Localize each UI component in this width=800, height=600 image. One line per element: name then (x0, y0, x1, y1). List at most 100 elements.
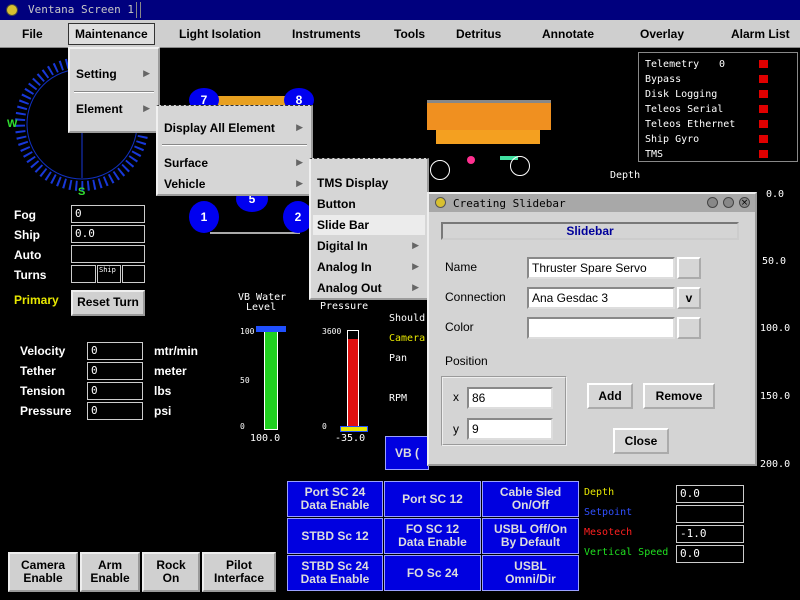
tension-label: Tension (20, 384, 66, 398)
chevron-right-icon: ▶ (412, 283, 419, 293)
pressure-field[interactable]: 0 (87, 402, 143, 420)
menu-item-tms-display[interactable]: TMS Display (317, 176, 388, 190)
menu-tools[interactable]: Tools (394, 27, 425, 41)
menu-item-display-all-element[interactable]: Display All Element (164, 121, 275, 135)
cable-sled-button[interactable]: Cable Sled On/Off (482, 481, 579, 517)
window-title: Ventana Screen 1 (28, 3, 134, 16)
turns-ship-indicator: Ship (97, 265, 121, 283)
auto-field[interactable] (71, 245, 145, 263)
thruster-1[interactable]: 1 (189, 201, 219, 233)
camera-enable-button[interactable]: Camera Enable (8, 552, 78, 592)
status-tms: TMS (645, 149, 664, 160)
vb-water-fill (265, 331, 277, 429)
rock-on-button[interactable]: Rock On (142, 552, 200, 592)
y-label: y (453, 422, 459, 436)
connection-dropdown-button[interactable]: v (677, 287, 701, 309)
connection-label: Connection (445, 290, 506, 304)
window-menu-icon[interactable] (6, 4, 18, 16)
menu-item-analog-in[interactable]: Analog In (317, 260, 372, 274)
tether-label: Tether (20, 364, 56, 378)
y-input[interactable] (467, 418, 553, 440)
menu-instruments[interactable]: Instruments (292, 27, 361, 41)
usbl-off-on-button[interactable]: USBL Off/On By Default (482, 518, 579, 554)
tether-field[interactable]: 0 (87, 362, 143, 380)
menu-item-slide-bar[interactable]: Slide Bar (317, 218, 369, 232)
vb-tick-50: 50 (240, 376, 250, 385)
connection-input[interactable] (527, 287, 675, 309)
depth-readout-field: 0.0 (676, 485, 744, 503)
tension-field[interactable]: 0 (87, 382, 143, 400)
rov-light-icon (467, 156, 475, 164)
dialog-menu-icon[interactable] (435, 197, 446, 208)
menu-detritus[interactable]: Detritus (456, 27, 501, 41)
element-menu: Display All Element ▶ Surface ▶ Vehicle … (156, 105, 313, 196)
menu-item-button[interactable]: Button (317, 197, 356, 211)
status-led (759, 90, 768, 98)
ship-field[interactable]: 0.0 (71, 225, 145, 243)
fog-field[interactable]: 0 (71, 205, 145, 223)
menu-item-setting[interactable]: Setting (76, 67, 117, 81)
port-sc12-button[interactable]: Port SC 12 (384, 481, 481, 517)
menu-item-element[interactable]: Element (76, 102, 123, 116)
fo-sc24-button[interactable]: FO Sc 24 (384, 555, 481, 591)
maximize-icon[interactable] (723, 197, 734, 208)
depth-scale-title: Depth (610, 170, 641, 181)
mesotech-readout-field: -1.0 (676, 525, 744, 543)
ship-label: Ship (14, 228, 40, 242)
vb-button[interactable]: VB ( (385, 436, 429, 470)
x-label: x (453, 390, 459, 404)
depth-readout-label: Depth (584, 487, 615, 498)
status-telemetry: Telemetry (645, 59, 700, 70)
minimize-icon[interactable] (707, 197, 718, 208)
status-disk-logging: Disk Logging (645, 89, 718, 100)
reset-turn-button[interactable]: Reset Turn (71, 290, 145, 316)
stbd-sc24-data-enable-button[interactable]: STBD Sc 24 Data Enable (287, 555, 383, 591)
pressure-unit: psi (154, 404, 172, 418)
depth-tick-0: 0.0 (766, 189, 785, 200)
close-button[interactable]: Close (613, 428, 669, 454)
color-input[interactable] (527, 317, 675, 339)
color-picker-button[interactable] (677, 317, 701, 339)
menu-light-isolation[interactable]: Light Isolation (179, 27, 261, 41)
name-input[interactable] (527, 257, 675, 279)
name-extra-button[interactable] (677, 257, 701, 279)
setpoint-readout-field[interactable] (676, 505, 744, 523)
vb-water-marker[interactable] (256, 326, 286, 332)
chevron-right-icon: ▶ (412, 262, 419, 272)
menu-item-digital-in[interactable]: Digital In (317, 239, 368, 253)
menu-item-surface[interactable]: Surface (164, 156, 208, 170)
primary-label: Primary (14, 293, 59, 307)
compass-west-label: W (7, 118, 18, 130)
pressure-marker[interactable] (340, 426, 368, 432)
menu-item-analog-out[interactable]: Analog Out (317, 281, 382, 295)
menu-alarm-list[interactable]: Alarm List (731, 27, 790, 41)
status-telemetry-value: 0 (719, 59, 726, 70)
turns-extra-field[interactable] (122, 265, 145, 283)
fo-sc12-data-enable-button[interactable]: FO SC 12 Data Enable (384, 518, 481, 554)
menu-separator (74, 91, 154, 93)
port-sc24-data-enable-button[interactable]: Port SC 24 Data Enable (287, 481, 383, 517)
status-led (759, 60, 768, 68)
pilot-interface-button[interactable]: Pilot Interface (202, 552, 276, 592)
chevron-right-icon: ▶ (412, 241, 419, 251)
stbd-sc12-button[interactable]: STBD Sc 12 (287, 518, 383, 554)
setpoint-readout-label: Setpoint (584, 507, 633, 518)
x-input[interactable] (467, 387, 553, 409)
arm-enable-button[interactable]: Arm Enable (80, 552, 140, 592)
usbl-omni-dir-button[interactable]: USBL Omni/Dir (482, 555, 579, 591)
add-button[interactable]: Add (587, 383, 633, 409)
remove-button[interactable]: Remove (643, 383, 715, 409)
menu-annotate[interactable]: Annotate (542, 27, 594, 41)
velocity-label: Velocity (20, 344, 66, 358)
menu-item-vehicle[interactable]: Vehicle (164, 177, 205, 191)
velocity-field[interactable]: 0 (87, 342, 143, 360)
auto-label: Auto (14, 248, 42, 262)
close-icon[interactable]: × (739, 197, 750, 208)
pressure-tick-3600: 3600 (322, 327, 342, 336)
pressure-tick-0: 0 (322, 422, 327, 431)
turns-field[interactable] (71, 265, 96, 283)
menu-overlay[interactable]: Overlay (640, 27, 684, 41)
vb-water-value: 100.0 (250, 433, 281, 444)
pressure-fill (348, 338, 358, 429)
vehicle-bottom-line (210, 232, 300, 234)
